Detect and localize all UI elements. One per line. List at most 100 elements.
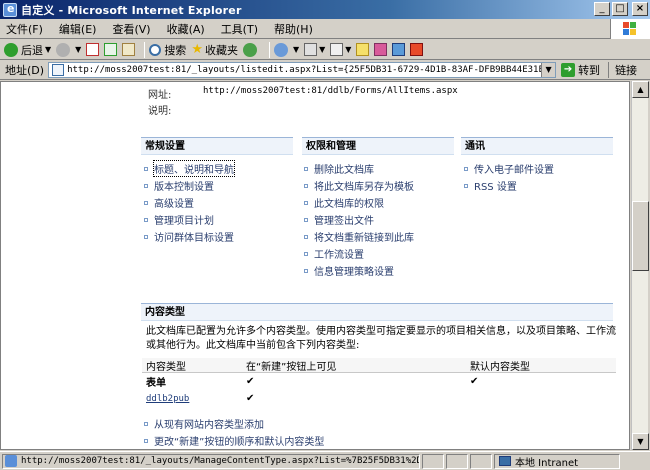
left-navigation (1, 82, 130, 449)
forward-arrow-icon (56, 42, 71, 57)
vertical-scrollbar[interactable]: ▲ ▼ (631, 81, 649, 450)
scroll-thumb[interactable] (632, 201, 649, 271)
web-address-row: 网址: http://moss2007test:81/ddlb/Forms/Al… (148, 86, 458, 101)
menu-favorites[interactable]: 收藏(A) (167, 21, 205, 37)
link-audience-targeting[interactable]: 访问群体目标设置 (144, 228, 234, 245)
link-policy-settings[interactable]: 信息管理策略设置 (304, 262, 414, 279)
table-row: ddlb2pub ✔ (142, 390, 616, 407)
address-dropdown-icon[interactable]: ▼ (541, 62, 556, 77)
edit-button[interactable] (356, 43, 370, 56)
security-zone: 本地 Intranet (494, 453, 620, 469)
favorites-label: 收藏夹 (204, 43, 238, 57)
communications-list: 传入电子邮件设置 RSS 设置 (464, 160, 554, 194)
back-button[interactable]: 后退 ▼ (4, 42, 51, 58)
forward-button[interactable]: ▼ (56, 42, 82, 57)
discuss-button[interactable] (374, 43, 388, 56)
messenger-button[interactable] (392, 43, 406, 56)
bullet-icon (144, 421, 148, 426)
messenger-icon (392, 43, 406, 56)
address-label: 地址(D) (5, 63, 45, 77)
scroll-up-icon[interactable]: ▲ (632, 81, 649, 98)
menu-tools[interactable]: 工具(T) (221, 21, 258, 37)
page-status-icon (5, 455, 17, 467)
media-button[interactable] (242, 42, 260, 57)
stop-button[interactable] (86, 43, 100, 56)
windows-logo (610, 19, 650, 39)
default-check-icon: ✔ (470, 376, 479, 387)
discuss-icon (374, 43, 388, 56)
menu-edit[interactable]: 编辑(E) (59, 21, 97, 37)
window-titlebar[interactable]: 自定义 - Microsoft Internet Explorer _ □ × (0, 0, 650, 19)
status-cell (470, 453, 492, 469)
scroll-down-icon[interactable]: ▼ (632, 433, 649, 450)
link-versioning-settings[interactable]: 版本控制设置 (144, 177, 234, 194)
home-button[interactable] (122, 43, 136, 56)
minimize-button[interactable]: _ (594, 2, 610, 16)
link-library-permissions[interactable]: 此文档库的权限 (304, 194, 414, 211)
refresh-icon (104, 43, 118, 56)
table-header: 内容类型 在“新建”按钮上可见 默认内容类型 (142, 358, 616, 373)
link-save-as-template[interactable]: 将此文档库另存为模板 (304, 177, 414, 194)
menu-view[interactable]: 查看(V) (112, 21, 150, 37)
content-type-name[interactable]: 表单 (142, 374, 246, 389)
mail-button[interactable]: ▼ (304, 43, 325, 56)
search-label: 搜索 (164, 43, 187, 57)
link-title-description-navigation[interactable]: 标题、说明和导航 (144, 160, 235, 177)
url-value: http://moss2007test:81/ddlb/Forms/AllIte… (203, 86, 458, 96)
address-input[interactable]: http://moss2007test:81/_layouts/listedit… (48, 61, 557, 78)
menu-help[interactable]: 帮助(H) (274, 21, 313, 37)
link-rss-settings[interactable]: RSS 设置 (464, 177, 554, 194)
content-types-table: 内容类型 在“新建”按钮上可见 默认内容类型 表单 ✔ ✔ ddlb2pub ✔ (142, 358, 616, 407)
link-incoming-email[interactable]: 传入电子邮件设置 (464, 160, 554, 177)
column-visible-on-new: 在“新建”按钮上可见 (246, 361, 337, 373)
toolbar-separator (144, 41, 146, 58)
bullet-icon (144, 217, 148, 222)
home-icon (122, 43, 136, 56)
link-relink-documents[interactable]: 将文档重新链接到此库 (304, 228, 414, 245)
go-button[interactable]: ➔ 转到 (561, 62, 600, 78)
print-button[interactable]: ▼ (330, 43, 351, 56)
links-button[interactable]: 链接 (608, 61, 637, 78)
permissions-list: 删除此文档库 将此文档库另存为模板 此文档库的权限 管理签出文件 将文档重新链接… (304, 160, 414, 279)
link-manage-item-scheduling[interactable]: 管理项目计划 (144, 211, 234, 228)
status-url-text: http://moss2007test:81/_layouts/ManageCo… (21, 456, 420, 466)
favorites-button[interactable]: ★ 收藏夹 (191, 42, 238, 58)
stop-icon (86, 43, 100, 56)
general-settings-list: 标题、说明和导航 版本控制设置 高级设置 管理项目计划 访问群体目标设置 (144, 160, 235, 245)
back-label: 后退 (21, 43, 43, 57)
dropdown-arrow-icon: ▼ (292, 45, 300, 54)
bullet-icon (144, 200, 148, 205)
link-delete-library[interactable]: 删除此文档库 (304, 160, 414, 177)
link-advanced-settings[interactable]: 高级设置 (144, 194, 234, 211)
status-url: http://moss2007test:81/_layouts/ManageCo… (2, 453, 420, 469)
back-arrow-icon (4, 42, 18, 57)
bullet-icon (144, 438, 148, 443)
content-type-link[interactable]: ddlb2pub (146, 394, 189, 404)
status-cell (446, 453, 468, 469)
research-button[interactable] (410, 43, 424, 56)
bullet-icon (304, 234, 308, 239)
visible-check-icon: ✔ (246, 376, 255, 387)
link-add-existing-content-type[interactable]: 从现有网站内容类型添加 (144, 415, 324, 432)
refresh-button[interactable] (104, 43, 118, 56)
menu-bar: 文件(F) 编辑(E) 查看(V) 收藏(A) 工具(T) 帮助(H) (0, 19, 650, 39)
maximize-button[interactable]: □ (612, 2, 628, 16)
research-icon (410, 43, 424, 56)
dropdown-arrow-icon: ▼ (345, 45, 352, 54)
content-types-actions: 从现有网站内容类型添加 更改“新建”按钮的顺序和默认内容类型 (144, 415, 324, 449)
print-icon (330, 43, 344, 56)
permissions-header: 权限和管理 (302, 137, 454, 155)
search-button[interactable]: 搜索 (149, 42, 186, 58)
menu-file[interactable]: 文件(F) (6, 21, 43, 37)
close-button[interactable]: × (632, 2, 648, 16)
history-button[interactable]: ▼ (273, 42, 300, 57)
link-change-new-button-order[interactable]: 更改“新建”按钮的顺序和默认内容类型 (144, 432, 324, 449)
intranet-zone-icon (499, 456, 511, 466)
link-manage-checked-out[interactable]: 管理签出文件 (304, 211, 414, 228)
search-icon (149, 43, 162, 56)
bullet-icon (304, 217, 308, 222)
address-url: http://moss2007test:81/_layouts/listedit… (67, 64, 542, 75)
link-workflow-settings[interactable]: 工作流设置 (304, 245, 414, 262)
dropdown-arrow-icon: ▼ (75, 45, 82, 54)
page-icon (52, 63, 65, 76)
